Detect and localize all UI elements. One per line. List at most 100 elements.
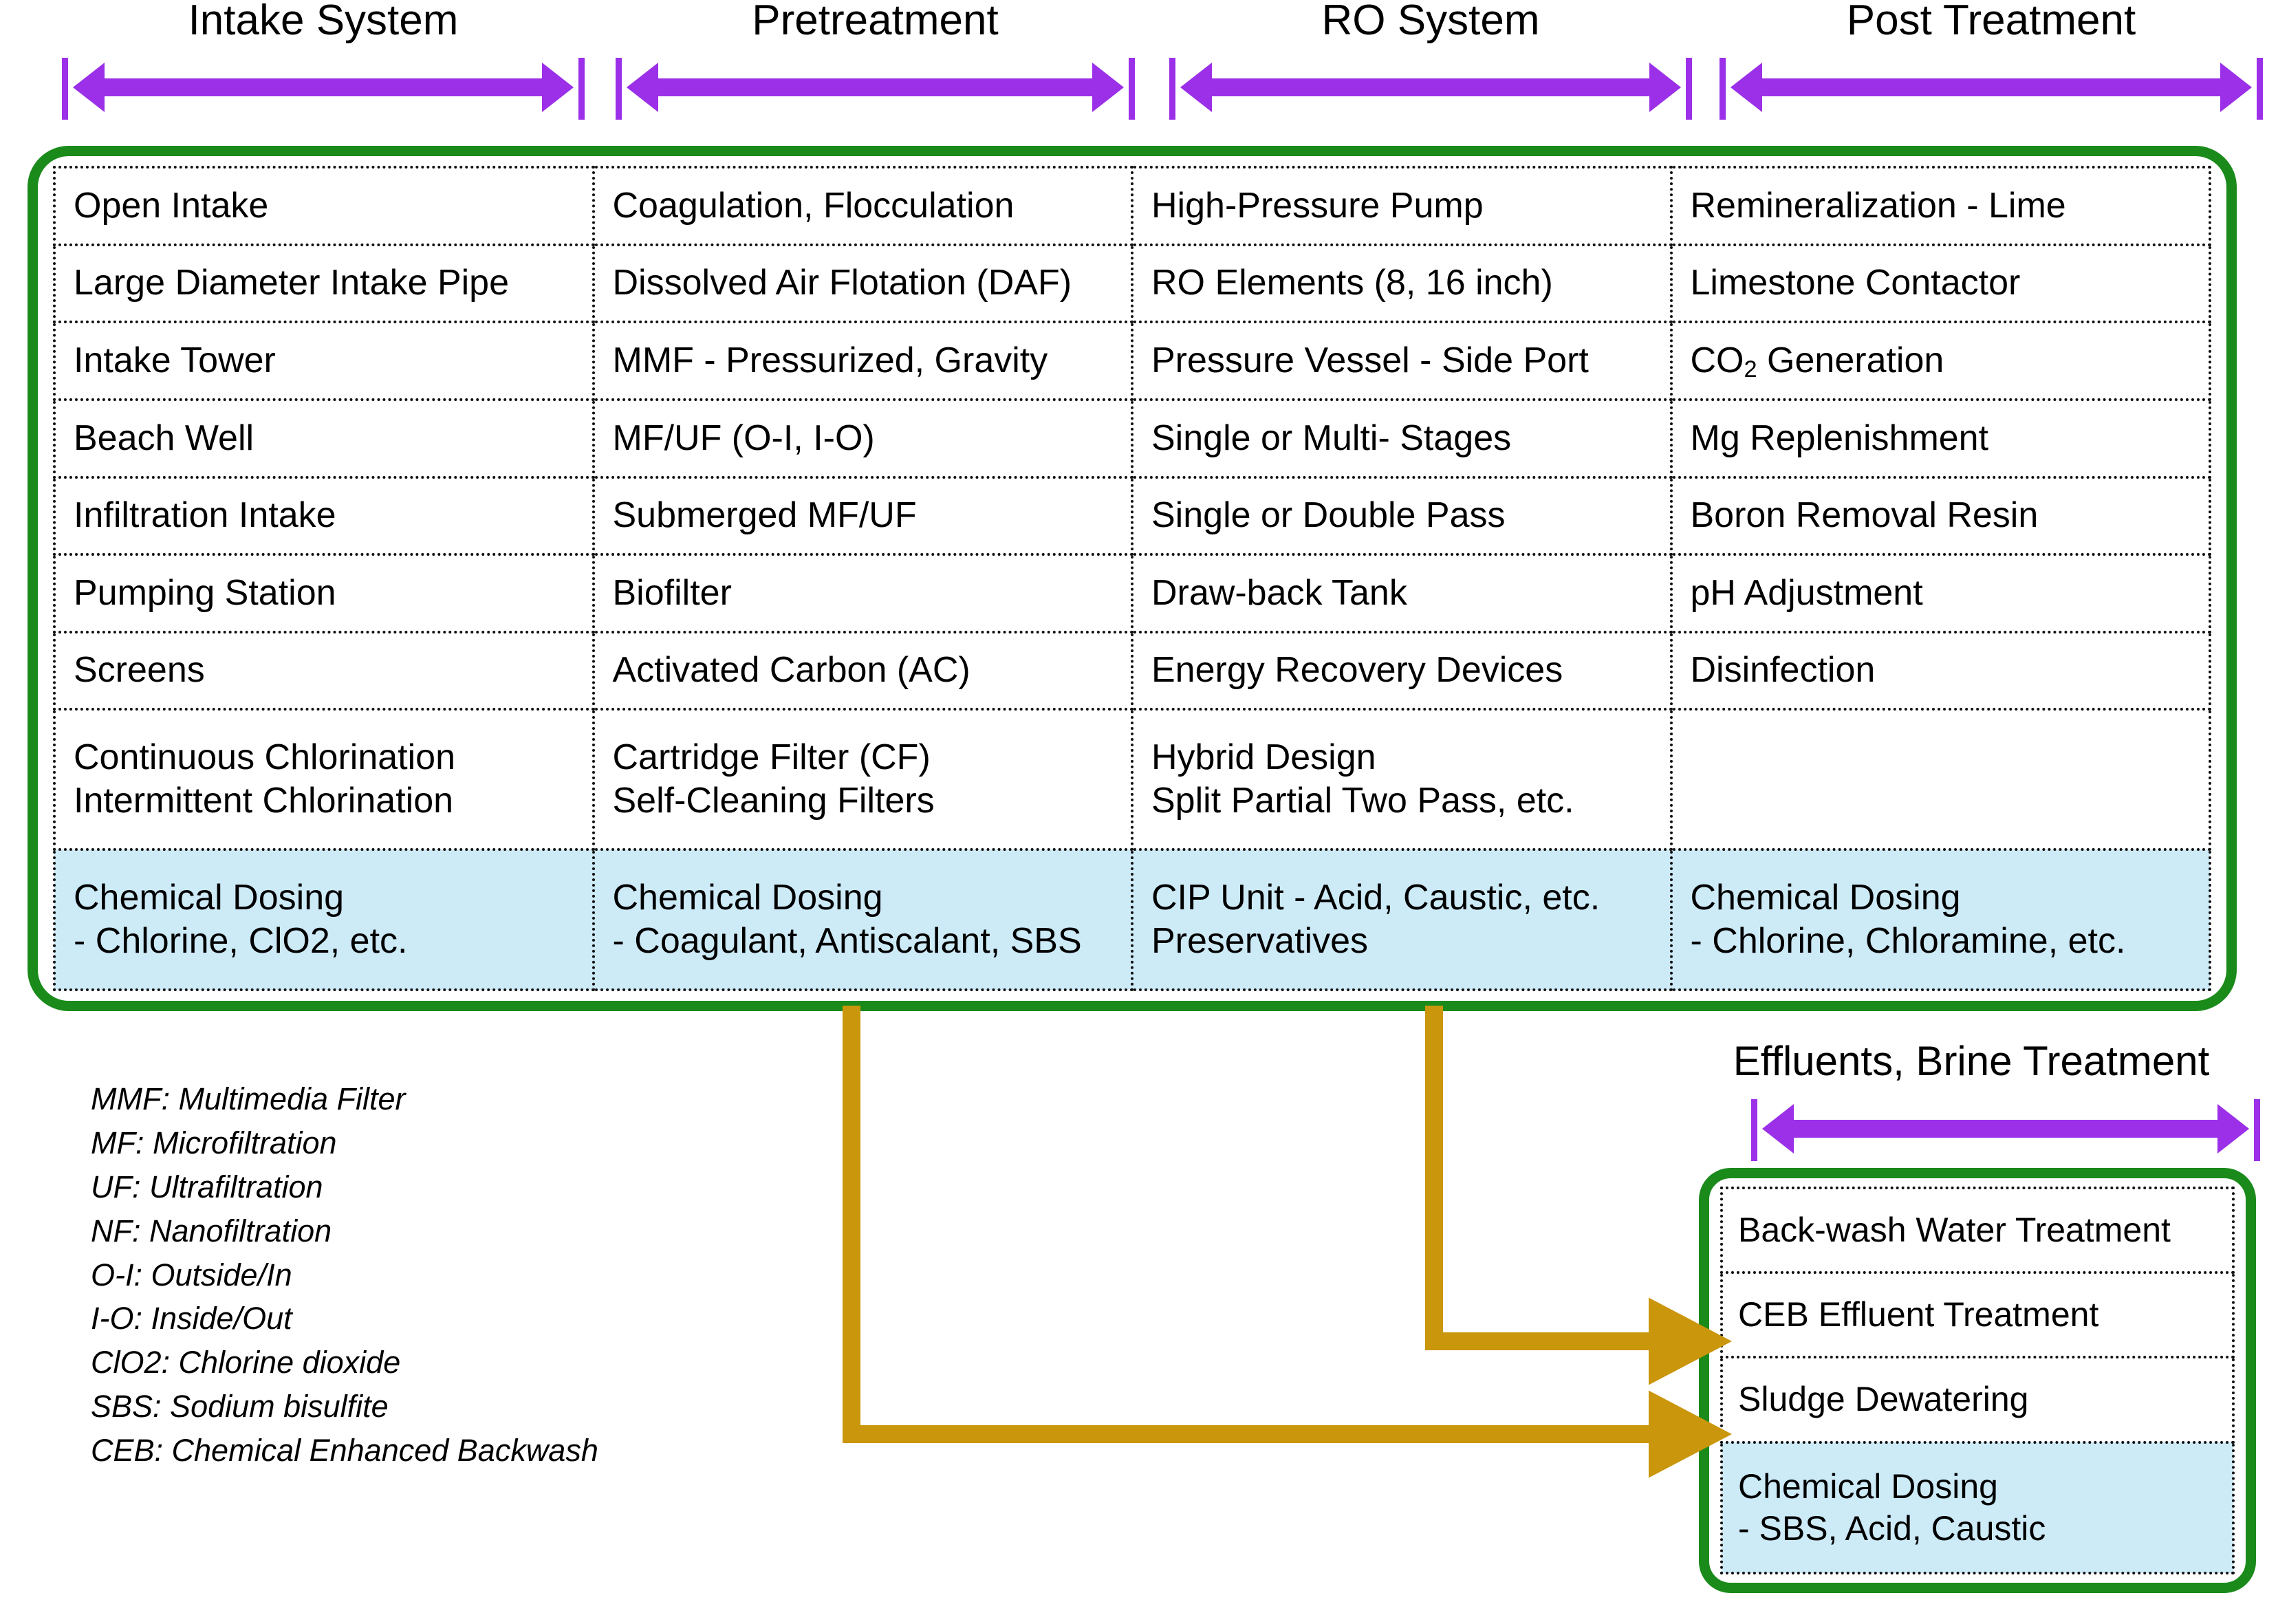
- process-cell[interactable]: pH Adjustment: [1669, 553, 2211, 634]
- bracket-tick-right-icon: [2254, 1099, 2260, 1161]
- legend-entry: CEB: Chemical Enhanced Backwash: [91, 1433, 598, 1469]
- phase-intake-system: Intake System: [62, 0, 585, 138]
- process-cell[interactable]: Screens: [53, 630, 595, 711]
- table-row: Continuous Chlorination Intermittent Chlo…: [53, 708, 2211, 852]
- process-cell[interactable]: Biofilter: [592, 553, 1133, 634]
- process-cell[interactable]: Beach Well: [53, 398, 595, 479]
- process-cell[interactable]: CO2 Generation: [1669, 321, 2211, 401]
- process-cell[interactable]: Submerged MF/UF: [592, 475, 1133, 556]
- table-row: Screens Activated Carbon (AC) Energy Recov…: [53, 630, 2211, 711]
- cell-line: Mg Replenishment: [1690, 418, 1989, 458]
- process-cell[interactable]: Infiltration Intake: [53, 475, 595, 556]
- phase-bracket-pretreatment: [616, 58, 1135, 120]
- cell-line: Split Partial Two Pass, etc.: [1151, 781, 1574, 821]
- arrow-left-icon: [73, 63, 105, 112]
- process-cell[interactable]: High-Pressure Pump: [1131, 166, 1673, 246]
- arrow-right-icon: [1092, 63, 1124, 112]
- effluent-cell[interactable]: Sludge Dewatering: [1720, 1356, 2235, 1444]
- process-cell[interactable]: Disinfection: [1669, 630, 2211, 711]
- process-cell[interactable]: Remineralization - Lime: [1669, 166, 2211, 246]
- phase-pretreatment: Pretreatment: [616, 0, 1135, 138]
- cell-line: Sludge Dewatering: [1738, 1380, 2029, 1419]
- process-cell[interactable]: Intake Tower: [53, 321, 595, 401]
- bracket-arrow-line: [1751, 78, 2231, 96]
- bracket-tick-left-icon: [1720, 58, 1726, 120]
- cell-line: RO Elements (8, 16 inch): [1151, 263, 1553, 303]
- cell-line: CEB Effluent Treatment: [1738, 1295, 2099, 1334]
- process-cell[interactable]: Pressure Vessel - Side Port: [1131, 321, 1673, 401]
- process-cell[interactable]: Open Intake: [53, 166, 595, 246]
- cell-line: Activated Carbon (AC): [612, 650, 970, 691]
- cell-line: Single or Double Pass: [1151, 495, 1506, 536]
- cell-line: - Coagulant, Antiscalant, SBS: [612, 921, 1082, 962]
- process-cell[interactable]: Chemical Dosing - Coagulant, Antiscalant,…: [592, 848, 1133, 991]
- cell-line: Cartridge Filter (CF): [612, 737, 931, 777]
- cell-line: Intermittent Chlorination: [74, 781, 454, 821]
- legend-entry: MMF: Multimedia Filter: [91, 1081, 406, 1116]
- effluents-table-wrap: Back-wash Water Treatment CEB Effluent Tr…: [1720, 1186, 2235, 1575]
- process-cell[interactable]: CIP Unit - Acid, Caustic, etc. Preservati…: [1131, 848, 1673, 991]
- process-cell[interactable]: MF/UF (O-I, I-O): [592, 398, 1133, 479]
- process-cell[interactable]: Limestone Contactor: [1669, 243, 2211, 324]
- bracket-tick-left-icon: [1751, 1099, 1757, 1161]
- effluent-cell[interactable]: CEB Effluent Treatment: [1720, 1271, 2235, 1359]
- arrow-left-icon: [1731, 63, 1762, 112]
- process-cell[interactable]: Hybrid Design Split Partial Two Pass, etc…: [1131, 708, 1673, 852]
- bracket-arrow-line: [1783, 1120, 2228, 1138]
- phase-title-post-treatment: Post Treatment: [1846, 0, 2136, 44]
- process-cell[interactable]: Dissolved Air Flotation (DAF): [592, 243, 1133, 324]
- legend-entry: MF: Microfiltration: [91, 1125, 337, 1160]
- arrow-right-icon: [2220, 63, 2252, 112]
- cell-line: Pressure Vessel - Side Port: [1151, 340, 1589, 380]
- cell-line: Energy Recovery Devices: [1151, 650, 1563, 691]
- cell-line: - SBS, Acid, Caustic: [1738, 1508, 2046, 1548]
- bracket-tick-right-icon: [1129, 58, 1135, 120]
- process-cell[interactable]: Chemical Dosing - Chlorine, Chloramine, e…: [1669, 848, 2211, 991]
- phase-effluents-brine-treatment: Effluents, Brine Treatment: [1675, 1038, 2267, 1171]
- effluent-cell[interactable]: Back-wash Water Treatment: [1720, 1186, 2235, 1275]
- bracket-tick-left-icon: [616, 58, 622, 120]
- process-cell[interactable]: Coagulation, Flocculation: [592, 166, 1133, 246]
- process-cell[interactable]: Boron Removal Resin: [1669, 475, 2211, 556]
- process-cell[interactable]: Continuous Chlorination Intermittent Chlo…: [53, 708, 595, 852]
- bracket-tick-right-icon: [2257, 58, 2263, 120]
- process-cell[interactable]: Pumping Station: [53, 553, 595, 634]
- cell-line: MMF - Pressurized, Gravity: [612, 340, 1048, 380]
- cell-line: Hybrid Design: [1151, 737, 1376, 777]
- cell-line: Limestone Contactor: [1690, 263, 2021, 303]
- process-cell[interactable]: Cartridge Filter (CF) Self-Cleaning Filte…: [592, 708, 1133, 852]
- process-cell[interactable]: [1669, 708, 2211, 852]
- process-cell[interactable]: Large Diameter Intake Pipe: [53, 243, 595, 324]
- arrow-left-icon: [1180, 63, 1212, 112]
- process-cell[interactable]: Energy Recovery Devices: [1131, 630, 1673, 711]
- process-cell[interactable]: MMF - Pressurized, Gravity: [592, 321, 1133, 401]
- cell-line: Boron Removal Resin: [1690, 495, 2039, 536]
- cell-line: Back-wash Water Treatment: [1738, 1211, 2171, 1250]
- cell-line: pH Adjustment: [1690, 572, 1923, 613]
- legend-entry: O-I: Outside/In: [91, 1257, 292, 1292]
- process-cell[interactable]: Chemical Dosing - Chlorine, ClO2, etc.: [53, 848, 595, 991]
- process-cell[interactable]: Single or Double Pass: [1131, 475, 1673, 556]
- phase-bracket-ro-system: [1169, 58, 1692, 120]
- bracket-tick-left-icon: [62, 58, 68, 120]
- cell-line: - Chlorine, Chloramine, etc.: [1690, 921, 2126, 962]
- cell-line: Chemical Dosing: [74, 877, 345, 918]
- phase-ro-system: RO System: [1169, 0, 1692, 138]
- process-cell[interactable]: Single or Multi- Stages: [1131, 398, 1673, 479]
- table-row: Chemical Dosing - Chlorine, ClO2, etc. Che…: [53, 848, 2211, 991]
- legend-entry: SBS: Sodium bisulfite: [91, 1389, 389, 1425]
- bracket-tick-right-icon: [578, 58, 585, 120]
- cell-line: Beach Well: [74, 418, 254, 458]
- process-cell[interactable]: Draw-back Tank: [1131, 553, 1673, 634]
- table-row: Intake Tower MMF - Pressurized, Gravity Pr…: [53, 321, 2211, 401]
- cell-line: - Chlorine, ClO2, etc.: [74, 921, 408, 962]
- table-row: Sludge Dewatering: [1720, 1356, 2235, 1444]
- cell-line: MF/UF (O-I, I-O): [612, 418, 875, 458]
- process-cell[interactable]: RO Elements (8, 16 inch): [1131, 243, 1673, 324]
- cell-line: Draw-back Tank: [1151, 572, 1407, 613]
- table-row: Infiltration Intake Submerged MF/UF Single…: [53, 475, 2211, 556]
- legend-entry: UF: Ultrafiltration: [91, 1169, 323, 1204]
- process-cell[interactable]: Activated Carbon (AC): [592, 630, 1133, 711]
- process-cell[interactable]: Mg Replenishment: [1669, 398, 2211, 479]
- effluent-cell[interactable]: Chemical Dosing - SBS, Acid, Caustic: [1720, 1440, 2235, 1575]
